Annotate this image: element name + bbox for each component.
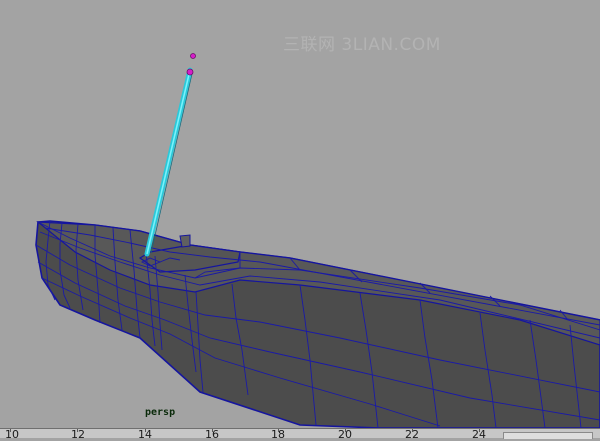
frame-label: 10 <box>5 428 19 441</box>
mast-tip-pivot-handle[interactable] <box>190 53 196 59</box>
frame-label: 12 <box>71 428 85 441</box>
frame-label: 18 <box>271 428 285 441</box>
watermark: 三联网 3LIAN.COM <box>283 35 441 55</box>
time-slider[interactable]: 10 12 14 16 18 20 22 24 <box>0 428 600 441</box>
frame-label: 24 <box>472 428 486 441</box>
frame-label: 22 <box>405 428 419 441</box>
transom-panel <box>179 234 191 248</box>
frame-label: 16 <box>205 428 219 441</box>
frame-label: 14 <box>138 428 152 441</box>
boat-hull-mesh[interactable] <box>0 0 600 428</box>
frame-label: 20 <box>338 428 352 441</box>
camera-label: persp <box>145 407 176 418</box>
perspective-viewport[interactable]: 三联网 3LIAN.COM persp <box>0 0 600 428</box>
mast-object[interactable] <box>144 67 193 257</box>
mast-top-pivot-handle[interactable] <box>186 68 194 76</box>
